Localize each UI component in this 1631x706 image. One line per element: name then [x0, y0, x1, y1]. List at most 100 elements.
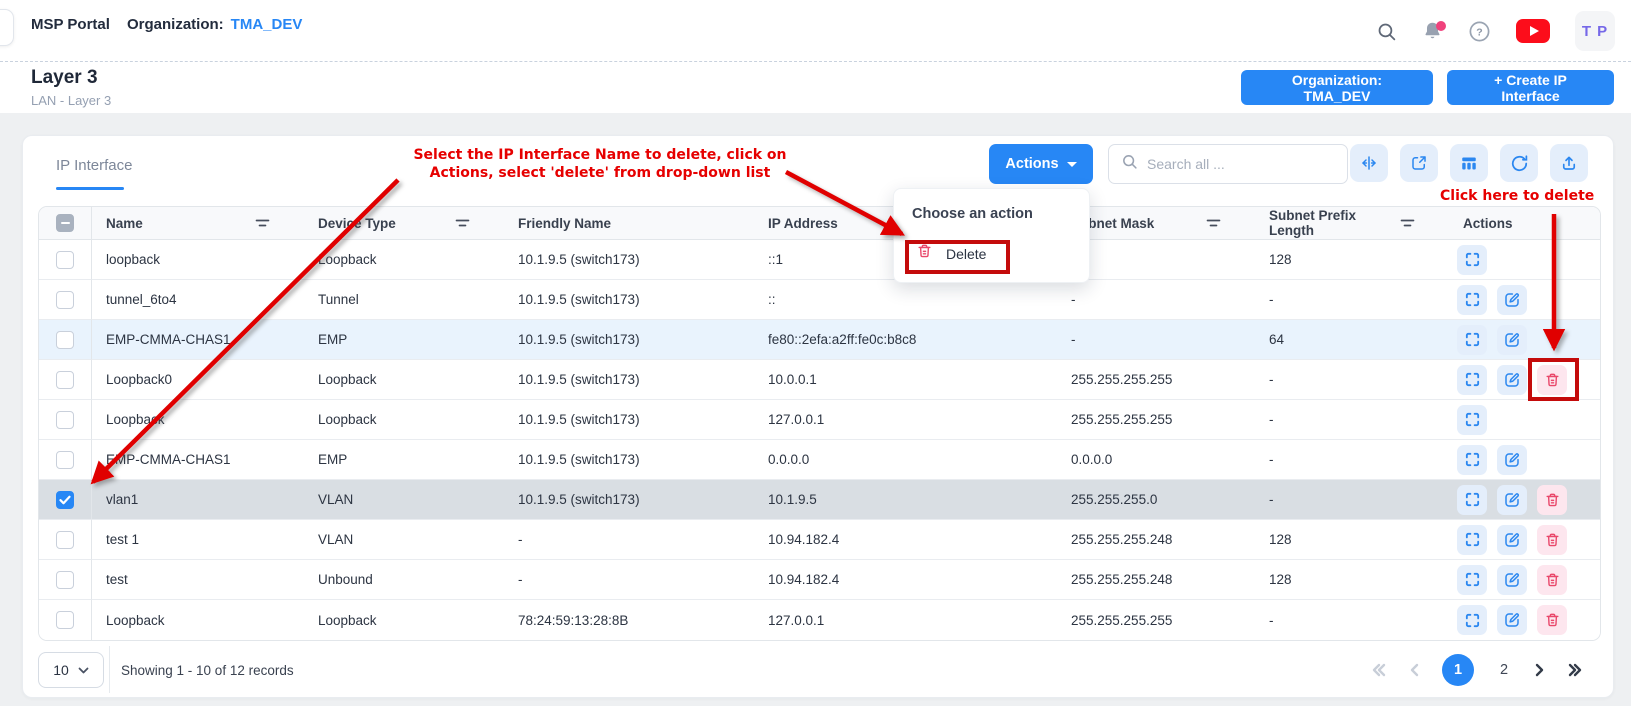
row-checkbox[interactable] — [56, 491, 74, 509]
cell-subnet-prefix-length: 128 — [1255, 560, 1449, 600]
expand-row-button[interactable] — [1457, 445, 1487, 475]
edit-row-button[interactable] — [1497, 365, 1527, 395]
cell-subnet-prefix-length: 128 — [1255, 520, 1449, 560]
table-row[interactable]: LoopbackLoopback78:24:59:13:28:8B127.0.0… — [39, 600, 1601, 640]
edit-row-button[interactable] — [1497, 485, 1527, 515]
actions-dropdown-button[interactable]: Actions — [989, 144, 1093, 184]
row-checkbox[interactable] — [56, 291, 74, 309]
cell-subnet-mask: 255.255.255.255 — [1057, 360, 1255, 400]
expand-row-button[interactable] — [1457, 485, 1487, 515]
tab-ip-interface[interactable]: IP Interface — [56, 157, 132, 174]
dropdown-item-delete[interactable]: Delete — [894, 222, 1089, 282]
fit-width-icon[interactable] — [1350, 144, 1388, 182]
delete-row-button[interactable] — [1537, 365, 1567, 395]
records-summary: Showing 1 - 10 of 12 records — [121, 663, 294, 678]
org-value-link[interactable]: TMA_DEV — [231, 16, 303, 33]
cell-friendly-name: - — [504, 560, 754, 600]
help-icon[interactable]: ? — [1468, 20, 1491, 43]
organization-button[interactable]: Organization: TMA_DEV — [1241, 70, 1433, 105]
search-icon[interactable] — [1376, 21, 1397, 42]
prev-page-button[interactable] — [1409, 663, 1420, 677]
filter-icon[interactable] — [255, 218, 270, 229]
next-page-button[interactable] — [1534, 663, 1545, 677]
column-header-label: IP Address — [768, 216, 838, 231]
page-size-select[interactable]: 10 — [38, 652, 104, 688]
expand-row-button[interactable] — [1457, 245, 1487, 275]
cell-device-type: Loopback — [304, 600, 504, 640]
first-page-button[interactable] — [1371, 663, 1387, 677]
open-external-icon[interactable] — [1400, 144, 1438, 182]
expand-row-button[interactable] — [1457, 365, 1487, 395]
edit-row-button[interactable] — [1497, 605, 1527, 635]
table-row[interactable]: testUnbound-10.94.182.4255.255.255.24812… — [39, 560, 1601, 600]
cell-friendly-name: 10.1.9.5 (switch173) — [504, 480, 754, 520]
edit-row-button[interactable] — [1497, 445, 1527, 475]
row-checkbox[interactable] — [56, 251, 74, 269]
delete-row-button[interactable] — [1537, 525, 1567, 555]
delete-row-button[interactable] — [1537, 565, 1567, 595]
table-row[interactable]: test 1VLAN-10.94.182.4255.255.255.248128 — [39, 520, 1601, 560]
expand-row-button[interactable] — [1457, 565, 1487, 595]
edit-row-button[interactable] — [1497, 285, 1527, 315]
export-icon[interactable] — [1550, 144, 1588, 182]
column-header-label: Device Type — [318, 216, 396, 231]
table-row[interactable]: loopbackLoopback10.1.9.5 (switch173)::11… — [39, 240, 1601, 280]
tab-active-underline — [56, 187, 124, 190]
cell-subnet-mask: 255.255.255.248 — [1057, 560, 1255, 600]
filter-icon[interactable] — [1206, 218, 1221, 229]
select-all-checkbox[interactable] — [56, 214, 74, 232]
expand-row-button[interactable] — [1457, 285, 1487, 315]
notifications-bell-icon[interactable] — [1422, 20, 1443, 42]
expand-row-button[interactable] — [1457, 605, 1487, 635]
row-checkbox[interactable] — [56, 331, 74, 349]
delete-row-button[interactable] — [1537, 605, 1567, 635]
filter-icon[interactable] — [455, 218, 470, 229]
delete-row-button[interactable] — [1537, 485, 1567, 515]
row-checkbox[interactable] — [56, 371, 74, 389]
page-button-1[interactable]: 1 — [1442, 654, 1474, 686]
cell-name: test — [92, 560, 304, 600]
actions-dropdown-menu: Choose an action Delete — [893, 188, 1090, 283]
create-ip-interface-button[interactable]: + Create IP Interface — [1447, 70, 1614, 105]
cell-subnet-mask: 255.255.255.255 — [1057, 600, 1255, 640]
edit-row-button[interactable] — [1497, 325, 1527, 355]
table-row[interactable]: vlan1VLAN10.1.9.5 (switch173)10.1.9.5255… — [39, 480, 1601, 520]
expand-row-button[interactable] — [1457, 525, 1487, 555]
row-checkbox[interactable] — [56, 531, 74, 549]
row-checkbox[interactable] — [56, 411, 74, 429]
app-brand: MSP Portal — [31, 16, 110, 33]
table-row[interactable]: Loopback0Loopback10.1.9.5 (switch173)10.… — [39, 360, 1601, 400]
filter-icon[interactable] — [1400, 218, 1415, 229]
row-checkbox[interactable] — [56, 451, 74, 469]
edit-row-button[interactable] — [1497, 565, 1527, 595]
table-row[interactable]: LoopbackLoopback10.1.9.5 (switch173)127.… — [39, 400, 1601, 440]
cell-subnet-mask: 255.255.255.248 — [1057, 520, 1255, 560]
expand-row-button[interactable] — [1457, 325, 1487, 355]
edit-row-button[interactable] — [1497, 525, 1527, 555]
cell-name: vlan1 — [92, 480, 304, 520]
avatar[interactable]: T P — [1575, 11, 1615, 51]
refresh-icon[interactable] — [1500, 144, 1538, 182]
cell-subnet-prefix-length: 64 — [1255, 320, 1449, 360]
cell-subnet-mask: 255.255.255.255 — [1057, 400, 1255, 440]
sidebar-toggle-button[interactable] — [0, 9, 14, 46]
cell-subnet-mask: 0.0.0.0 — [1057, 440, 1255, 480]
cell-subnet-prefix-length: 128 — [1255, 240, 1449, 280]
row-checkbox[interactable] — [56, 571, 74, 589]
cell-name: Loopback — [92, 400, 304, 440]
search-icon — [1121, 153, 1138, 175]
table-row[interactable]: EMP-CMMA-CHAS1EMP10.1.9.5 (switch173)0.0… — [39, 440, 1601, 480]
cell-device-type: VLAN — [304, 480, 504, 520]
cell-ip-address: 10.94.182.4 — [754, 560, 1057, 600]
youtube-icon[interactable] — [1516, 19, 1550, 43]
cell-ip-address: 127.0.0.1 — [754, 600, 1057, 640]
search-input[interactable] — [1147, 156, 1327, 172]
table-row[interactable]: tunnel_6to4Tunnel10.1.9.5 (switch173)::-… — [39, 280, 1601, 320]
expand-row-button[interactable] — [1457, 405, 1487, 435]
cell-ip-address: fe80::2efa:a2ff:fe0c:b8c8 — [754, 320, 1057, 360]
last-page-button[interactable] — [1567, 663, 1583, 677]
columns-icon[interactable] — [1450, 144, 1488, 182]
page-button-2[interactable]: 2 — [1496, 662, 1512, 678]
table-row[interactable]: EMP-CMMA-CHAS1EMP10.1.9.5 (switch173)fe8… — [39, 320, 1601, 360]
row-checkbox[interactable] — [56, 611, 74, 629]
